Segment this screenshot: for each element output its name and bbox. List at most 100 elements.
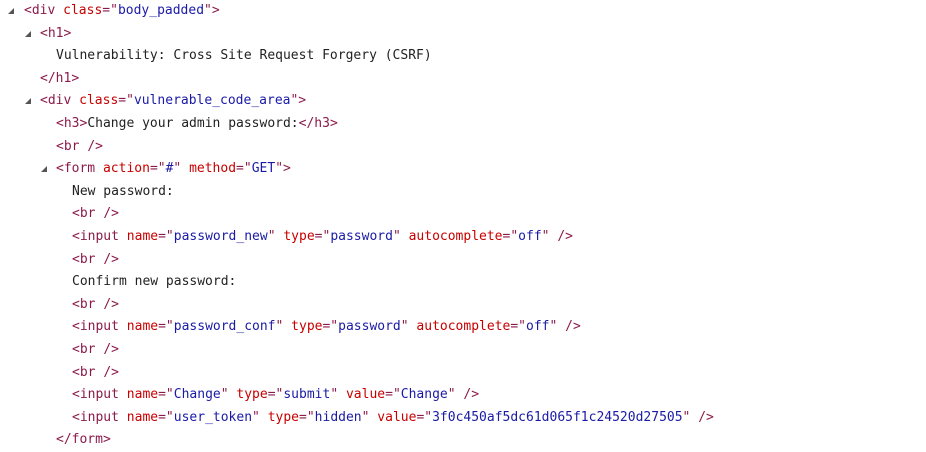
token-tag: form (71, 432, 103, 448)
token-tag: br (63, 138, 80, 154)
token-tag: h3 (314, 115, 330, 131)
token-punct: /> (103, 341, 119, 357)
token-val: off (526, 319, 550, 335)
token-tag: input (79, 387, 119, 403)
token-val: Change (400, 387, 448, 403)
dom-node-text: <div class="vulnerable_code_area"> (40, 90, 306, 113)
dom-node-row[interactable]: New password: (0, 181, 926, 204)
dom-node-text: </form> (56, 429, 111, 452)
token-punct: /> (103, 206, 119, 222)
dom-node-row[interactable]: <br /> (0, 339, 926, 362)
dom-node-text: <br /> (72, 362, 119, 385)
expand-triangle-icon[interactable] (24, 23, 34, 45)
dom-node-row[interactable]: <input name="password_conf" type="passwo… (0, 316, 926, 339)
token-attr: class (63, 3, 103, 18)
dom-node-text: <h1> (40, 23, 71, 46)
token-attr: type (267, 409, 300, 425)
token-punct: =" (322, 319, 339, 335)
token-punct: /> (103, 364, 119, 380)
token-punct: "> (290, 93, 307, 109)
token-val: hidden (314, 409, 362, 425)
token-punct: < (72, 364, 80, 380)
token-tag: input (79, 409, 119, 425)
token-val: GET (251, 161, 276, 177)
dom-node-row[interactable]: </form> (0, 429, 926, 452)
token-tag: div (31, 3, 56, 18)
dom-node-row[interactable]: <br /> (0, 249, 926, 272)
token-tag: br (79, 364, 96, 380)
dom-node-text: <div class="body_padded"> (24, 0, 220, 23)
dom-node-row[interactable]: <form action="#" method="GET"> (0, 158, 926, 181)
token-attr: value (345, 387, 386, 403)
token-tag: br (79, 206, 96, 222)
token-val: Change (173, 387, 221, 403)
token-punct: " (267, 228, 276, 244)
token-punct: /> (463, 387, 480, 403)
dom-node-row[interactable]: <input name="password_new" type="passwor… (0, 226, 926, 249)
dom-node-text: </h1> (40, 68, 79, 91)
dom-node-row[interactable]: <h1> (0, 23, 926, 46)
expand-triangle-icon[interactable] (40, 158, 50, 180)
token-punct: /> (557, 228, 573, 244)
dom-node-row[interactable]: <input name="user_token" type="hidden" v… (0, 407, 926, 430)
token-attr: action (102, 161, 150, 177)
dom-inspector-tree: <div class="body_padded"> <h1> Vulnerabili… (0, 0, 926, 452)
dom-node-text: <input name="password_conf" type="passwo… (72, 316, 581, 339)
expand-triangle-icon[interactable] (7, 0, 17, 22)
token-punct: < (72, 409, 80, 425)
dom-node-row[interactable]: <br /> (0, 136, 926, 159)
dom-node-row[interactable]: <br /> (0, 362, 926, 385)
dom-node-text: Confirm new password: (72, 271, 236, 294)
token-tag: form (63, 161, 96, 177)
expand-triangle-icon[interactable] (24, 90, 34, 112)
token-punct: =" (267, 387, 284, 403)
dom-node-row[interactable]: <div class="body_padded"> (0, 0, 926, 23)
token-punct: < (72, 296, 80, 312)
token-punct: " (220, 387, 229, 403)
token-punct: =" (158, 228, 174, 244)
token-val: password (330, 228, 393, 244)
dom-node-row[interactable]: Vulnerability: Cross Site Request Forger… (0, 45, 926, 68)
token-val: password (338, 319, 401, 335)
token-tag: h1 (47, 25, 64, 41)
token-punct: /> (87, 138, 103, 154)
token-attr: name (126, 319, 159, 335)
token-punct: < (24, 3, 32, 18)
token-attr: autocomplete (408, 228, 503, 244)
dom-node-row[interactable]: <div class="vulnerable_code_area"> (0, 90, 926, 113)
token-tag: br (79, 296, 96, 312)
token-punct: < (56, 138, 64, 154)
dom-node-row[interactable]: <br /> (0, 203, 926, 226)
token-punct: =" (158, 319, 174, 335)
token-attr: name (126, 387, 159, 403)
token-attr: class (79, 93, 119, 109)
token-val: body_padded (117, 3, 205, 18)
token-val: user_token (173, 409, 253, 425)
dom-node-row[interactable]: <h3>Change your admin password:</h3> (0, 113, 926, 136)
token-punct: < (56, 115, 64, 131)
token-punct: < (72, 251, 80, 267)
token-val: off (518, 228, 542, 244)
dom-node-text: <input name="Change" type="submit" value… (72, 384, 479, 407)
token-punct: =" (314, 228, 331, 244)
token-attr: type (291, 319, 323, 335)
token-punct: =" (118, 93, 134, 109)
token-punct: =" (102, 3, 118, 18)
dom-node-row[interactable]: </h1> (0, 68, 926, 91)
dom-node-row[interactable]: <input name="Change" type="submit" value… (0, 384, 926, 407)
token-punct: > (63, 25, 72, 41)
token-attr: name (126, 409, 159, 425)
token-txt: Vulnerability: Cross Site Request Forger… (56, 48, 432, 64)
dom-node-row[interactable]: Confirm new password: (0, 271, 926, 294)
dom-node-row[interactable]: <br /> (0, 294, 926, 317)
token-tag: br (79, 341, 96, 357)
